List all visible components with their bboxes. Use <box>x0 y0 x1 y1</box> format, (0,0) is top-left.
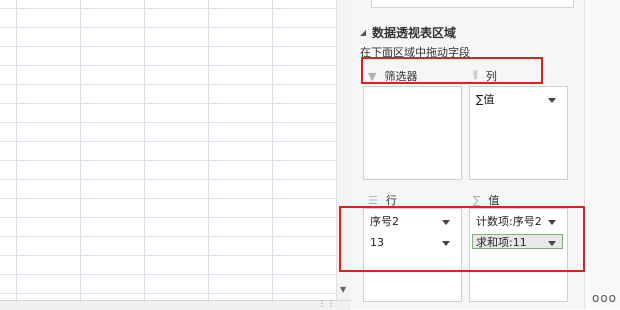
filter-icon: ▼ <box>368 69 377 83</box>
rows-field-1-label: 序号2 <box>370 215 399 228</box>
row-gridline <box>0 122 336 123</box>
row-gridline <box>0 160 336 161</box>
row-gridline <box>0 293 336 294</box>
row-gridline <box>0 103 336 104</box>
rows-field-1[interactable]: 序号2 <box>366 213 457 228</box>
columns-field-label: ∑值 <box>476 93 495 106</box>
chevron-down-icon[interactable] <box>442 220 450 225</box>
pivot-area-title-text: 数据透视表区域 <box>372 26 457 40</box>
values-zone[interactable]: 计数项:序号2 求和项:11 <box>469 208 568 302</box>
scroll-grip-icon[interactable]: ⋮⋮ <box>318 299 336 308</box>
chevron-down-icon[interactable] <box>548 241 556 246</box>
rows-icon: ☰ <box>368 193 378 207</box>
spreadsheet-grid[interactable] <box>0 0 336 300</box>
side-toolbar: ooo <box>584 0 620 309</box>
row-gridline <box>0 274 336 275</box>
rows-zone-header: ☰ 行 <box>368 192 397 208</box>
row-gridline <box>0 141 336 142</box>
columns-zone[interactable]: ∑值 <box>469 86 568 180</box>
rows-zone-label: 行 <box>385 194 397 207</box>
chevron-down-icon[interactable] <box>548 220 556 225</box>
values-zone-header: ∑ 值 <box>473 192 499 208</box>
pivot-area-title[interactable]: 数据透视表区域 <box>360 24 456 41</box>
row-gridline <box>0 46 336 47</box>
sigma-icon: ∑ <box>473 193 481 207</box>
row-gridline <box>0 84 336 85</box>
values-field-1-label: 计数项:序号2 <box>476 215 542 228</box>
columns-icon: ⦀ <box>473 69 478 82</box>
rows-field-2[interactable]: 13 <box>366 234 457 249</box>
row-gridline <box>0 65 336 66</box>
row-gridline <box>0 236 336 237</box>
columns-field[interactable]: ∑值 <box>472 91 563 106</box>
row-gridline <box>0 217 336 218</box>
values-zone-label: 值 <box>488 194 500 207</box>
filter-zone[interactable] <box>363 86 462 180</box>
columns-zone-header: ⦀ 列 <box>473 68 497 84</box>
collapse-triangle-icon[interactable] <box>360 30 366 36</box>
row-gridline <box>0 179 336 180</box>
chevron-down-icon[interactable] <box>548 98 556 103</box>
scroll-down-arrow-icon[interactable]: ▼ <box>340 285 346 294</box>
drag-hint: 在下面区域中拖动字段 <box>360 46 470 59</box>
values-field-2-label: 求和项:11 <box>476 236 527 249</box>
filter-zone-header: ▼ 筛选器 <box>368 68 417 84</box>
filter-zone-label: 筛选器 <box>384 70 418 83</box>
vertical-scrollbar[interactable]: ▼ <box>336 0 352 300</box>
row-gridline <box>0 198 336 199</box>
field-list-box[interactable] <box>371 0 574 8</box>
row-gridline <box>0 8 336 9</box>
values-field-1[interactable]: 计数项:序号2 <box>472 213 563 228</box>
rows-zone[interactable]: 序号2 13 <box>363 208 462 302</box>
columns-zone-label: 列 <box>485 70 497 83</box>
pivot-field-pane: 数据透视表区域 在下面区域中拖动字段 ▼ 筛选器 ⦀ 列 ∑值 ☰ 行 序号2 … <box>351 0 584 309</box>
rows-field-2-label: 13 <box>370 236 384 249</box>
row-gridline <box>0 27 336 28</box>
chevron-down-icon[interactable] <box>442 241 450 246</box>
values-field-2[interactable]: 求和项:11 <box>472 234 563 249</box>
more-options-icon[interactable]: ooo <box>592 291 617 305</box>
row-gridline <box>0 255 336 256</box>
